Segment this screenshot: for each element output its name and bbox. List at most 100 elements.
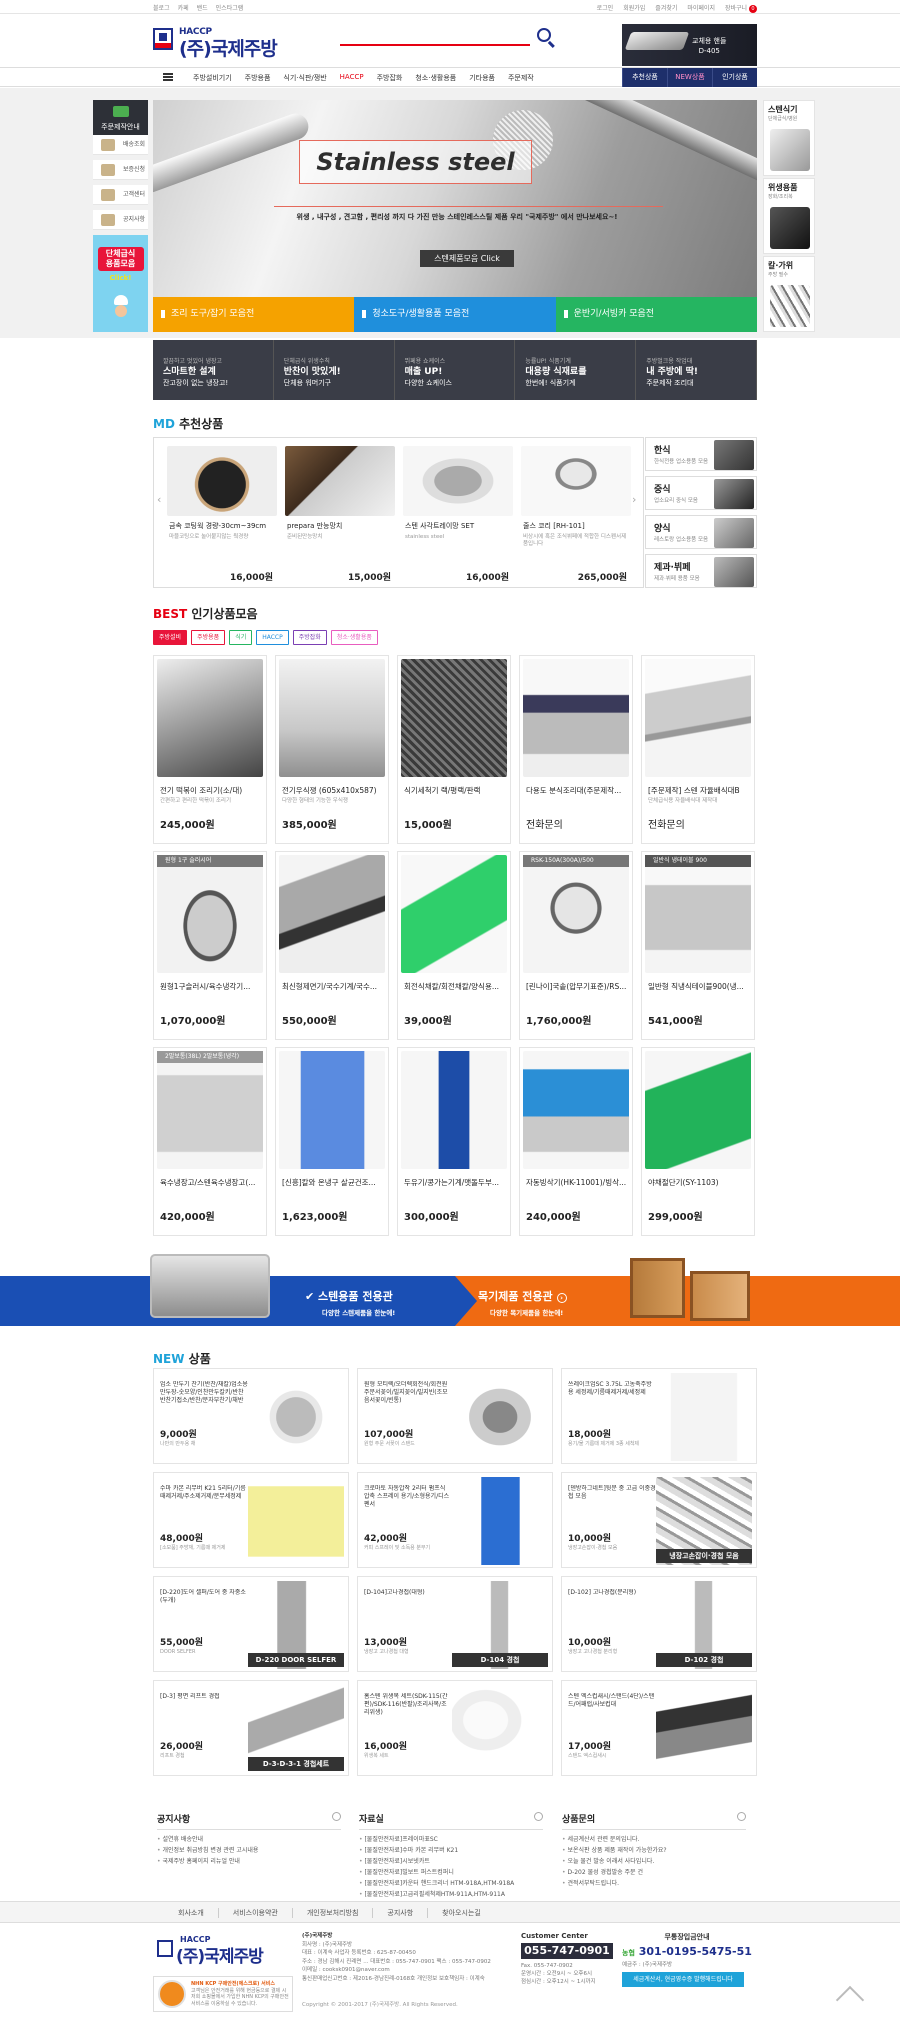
sidebar-item-warranty[interactable]: 보증신청 <box>93 160 148 180</box>
best-product-card[interactable]: 전기우식쟁 (605x410x587) 다양한 형태의 기능한 우식쟁 385,00… <box>275 655 389 844</box>
category-chinese[interactable]: 중식 업소요리 중식 모음 <box>645 476 757 510</box>
best-product-card[interactable]: 두유기/콩가는기계/맷돌두부... 300,000원 <box>397 1047 511 1236</box>
best-product-card[interactable]: 전기 떡볶이 조리기(소/대) 간편하고 편리한 떡볶이 조리기 245,000원 <box>153 655 267 844</box>
best-tab-kitchenware[interactable]: 주방용품 <box>191 630 226 645</box>
group-meal-promo[interactable]: 단체급식 용품모음 Click! <box>93 235 148 332</box>
promo-showcase[interactable]: 뷔페용 쇼케이스 매출 UP! 다양한 쇼케이스 <box>394 340 516 400</box>
new-product-card[interactable]: [덴방하그네트]뒷문 중 고급 이중경첩 모음 10,000원 냉장고손잡이·경첩 … <box>561 1472 757 1568</box>
hero-tab-cooking[interactable]: 조리 도구/잡기 모음전 <box>153 297 355 332</box>
category-korean[interactable]: 한식 한식전용 업소용품 모음 <box>645 437 757 471</box>
best-tab-haccp[interactable]: HACCP <box>256 630 289 645</box>
sidebar-item-cs[interactable]: 고객센터 <box>93 185 148 205</box>
board-item[interactable]: [물질안전자료]빌보트 퍼스트컴퍼니 <box>359 1867 543 1878</box>
tab-popular[interactable]: 인기상품 <box>712 68 757 87</box>
best-product-card[interactable]: 일반식 냉테이블 900 일반형 직냉식테이블900(냉... 541,000원 <box>641 851 755 1040</box>
tab-new[interactable]: NEW상품 <box>667 68 712 87</box>
board-title[interactable]: 공지사항 <box>157 1812 341 1830</box>
board-item[interactable]: [물질안전자료]시보넷카트 <box>359 1856 543 1867</box>
board-item[interactable]: 보온식판 상품 제품 재작이 가능한가요? <box>562 1845 746 1856</box>
best-product-card[interactable]: 자동빙삭기(HK-11001)/빙삭... 240,000원 <box>519 1047 633 1236</box>
board-item[interactable]: [물질안전자료]프레이마표SC <box>359 1834 543 1845</box>
hero-tab-cleaning[interactable]: 청소도구/생활용품 모음전 <box>354 297 556 332</box>
best-tab-tableware[interactable]: 식기 <box>229 630 253 645</box>
cs-phone[interactable]: 055-747-0901 <box>521 1943 613 1959</box>
header-banner[interactable]: 교체용 핸들 D-405 <box>622 24 757 66</box>
new-product-card[interactable]: 크로마토 자동압착 2리터 펌프식 압축 스프레이 용기/소형용기/디스펜서 42… <box>357 1472 553 1568</box>
best-product-card[interactable]: 다용도 분식조리대(주문제작... 전화문의 <box>519 655 633 844</box>
nav-item[interactable]: 청소·생활용품 <box>415 73 456 83</box>
board-item[interactable]: [물질안전자료]고급리필세척제HTM-911A,HTM-911A <box>359 1889 543 1900</box>
best-product-card[interactable]: RSK-150A(300A)/500 [린나이]국솥(압무기표준)/RS... 1,… <box>519 851 633 1040</box>
mypage-link[interactable]: 마이페이지 <box>687 3 715 13</box>
band-link[interactable]: 밴드 <box>197 3 208 12</box>
cafe-link[interactable]: 카페 <box>178 3 189 12</box>
search-input[interactable] <box>340 44 530 46</box>
md-product-card[interactable]: 줄스 코리 [RH-101] 비상시에 혹은 조식뷔페에 적합한 디스펜서제품입… <box>521 446 631 586</box>
sidebar-item-notice[interactable]: 공지사항 <box>93 210 148 230</box>
escrow-badge[interactable]: NHN KCP 구매안전(에스크로) 서비스 고객님은 안전거래를 위해 현금등으… <box>153 1976 293 2012</box>
blog-link[interactable]: 블로그 <box>153 3 170 12</box>
login-link[interactable]: 로그인 <box>597 3 614 13</box>
nav-item[interactable]: 주방용품 <box>245 73 271 83</box>
instagram-link[interactable]: 인스타그램 <box>216 3 244 12</box>
new-product-card[interactable]: 스텐 엑스컵새시/스탠드(4단)/스탠드/어패럽/사보컵대 17,000원 스탠드 … <box>561 1680 757 1776</box>
tab-recommend[interactable]: 추천상품 <box>622 68 667 87</box>
best-product-card[interactable]: 야채절단기(SY-1103) 299,000원 <box>641 1047 755 1236</box>
best-tab-misc[interactable]: 주방잡화 <box>292 630 327 645</box>
board-item[interactable]: 개인정보 취급방침 변경 관련 고시내용 <box>157 1845 341 1856</box>
nav-item[interactable]: 주문제작 <box>508 73 534 83</box>
footer-link-privacy[interactable]: 개인정보처리방침 <box>293 1908 374 1918</box>
best-tab-cleaning[interactable]: 청소·생활용품 <box>330 630 378 645</box>
new-product-card[interactable]: 수마 카본 리무버 K21 5리터/기름때제거제/주소제거제/분무세정제 48,0… <box>153 1472 349 1568</box>
best-product-card[interactable]: 2말보통(38L) 2말보통(냉각) 육수냉장고/스텐육수냉장고(... 420,0… <box>153 1047 267 1236</box>
board-item[interactable]: [물질안전자료]수마 카본 리무버 K21 <box>359 1845 543 1856</box>
board-title[interactable]: 상품문의 <box>562 1812 746 1830</box>
best-product-card[interactable]: [신흥]칼와 온냉구 살균건조... 1,623,000원 <box>275 1047 389 1236</box>
new-product-card[interactable]: 홈스텐 위생복 세트(SDK-115(간편)/SDK-116(반팔)/조리사복/… <box>357 1680 553 1776</box>
logo-mark-icon[interactable] <box>153 28 173 50</box>
md-product-card[interactable]: 스텐 사각트레이망 SET stainless steel 16,000원 <box>403 446 513 586</box>
promo-food-machine[interactable]: 능률UP! 식품기계 대용량 식재료를 한번에! 식품기계 <box>515 340 637 400</box>
best-tab-equipment[interactable]: 주방설비 <box>153 630 188 645</box>
md-product-card[interactable]: prepara 만능망치 준비된만능망치 15,000원 <box>285 446 395 586</box>
board-item[interactable]: 견적서부탁드립니다. <box>562 1878 746 1889</box>
board-item[interactable]: 설연휴 배송안내 <box>157 1834 341 1845</box>
category-bakery[interactable]: 제과·뷔페 제과·뷔페 용품 모음 <box>645 554 757 588</box>
right-cat-hygiene[interactable]: 위생용품 장화/조리복 <box>763 178 815 254</box>
footer-link-terms[interactable]: 서비스이용약관 <box>219 1908 293 1918</box>
new-product-card[interactable]: [D-3] 평면 리프트 경첩 26,000원 리프트 경첩 D-3-D-3-1 경첩… <box>153 1680 349 1776</box>
prev-arrow-icon[interactable]: ‹ <box>157 493 165 507</box>
promo-warmer[interactable]: 단체급식 위생수칙 반찬이 맛있게! 단체용 워머기구 <box>273 340 395 400</box>
board-item[interactable]: 세금계산서 관련 문의입니다. <box>562 1834 746 1845</box>
custom-order-guide[interactable]: 주문제작안내 <box>93 100 148 135</box>
more-icon[interactable] <box>332 1812 341 1821</box>
board-item[interactable]: D-202 물성 경첩발송 주문 건 <box>562 1867 746 1878</box>
footer-link-directions[interactable]: 찾아오시는길 <box>428 1908 495 1918</box>
new-product-card[interactable]: [D-104]고나경첩(대형) 13,000원 냉장고 고나경첩 대형 D-104 경… <box>357 1576 553 1672</box>
join-link[interactable]: 회원가입 <box>623 3 645 13</box>
next-arrow-icon[interactable]: › <box>632 493 640 507</box>
cart-link[interactable]: 장바구니 0 <box>725 3 757 13</box>
hero-tab-cart[interactable]: 운반기/서빙카 모음전 <box>555 297 757 332</box>
search-icon[interactable] <box>537 28 551 42</box>
board-title[interactable]: 자료실 <box>359 1812 543 1830</box>
new-product-card[interactable]: [D-220]도어 셀퍼/도어 중 자중소(두개) 55,000원 DOOR SEL… <box>153 1576 349 1672</box>
new-product-card[interactable]: 쓰레이크업SC 3.75L 고농축주방용 세정제/기름때제거제/세정제 18,00… <box>561 1368 757 1464</box>
board-item[interactable]: 오늘 물건 발송 이래서 사다입니다. <box>562 1856 746 1867</box>
logo-name[interactable]: (주)국제주방 <box>179 34 278 61</box>
right-cat-knife[interactable]: 칼·가위 주방 필수 <box>763 256 815 332</box>
bookmark-link[interactable]: 즐겨찾기 <box>655 3 677 13</box>
nav-item[interactable]: 주방잡화 <box>377 73 403 83</box>
best-product-card[interactable]: 원형 1구 슬러시어 원형1구슬러시/육수냉각기... 1,070,000원 <box>153 851 267 1040</box>
new-product-card[interactable]: 업소 만두기 찬기(반찬/채칼)업소용만두장-숫모양/인찬만두칼키/반찬반찬기접… <box>153 1368 349 1464</box>
nav-item[interactable]: 주방설비기기 <box>193 73 232 83</box>
best-product-card[interactable]: 회전식채칼/회전채칼/양식용... 39,000원 <box>397 851 511 1040</box>
hero-cta-button[interactable]: 스텐제품모음 Click <box>420 250 514 267</box>
nav-item[interactable]: HACCP <box>340 73 364 83</box>
promo-worktable[interactable]: 주방벌크용 작업대 내 주방에 딱! 주문제작 조리대 <box>636 340 757 400</box>
menu-icon[interactable] <box>163 73 173 81</box>
board-item[interactable]: [물질안전자료]카운터 핸드크리너 HTM-918A,HTM-918A <box>359 1878 543 1889</box>
nav-item[interactable]: 식기·식판/쟁반 <box>283 73 326 83</box>
board-item[interactable]: 국제주방 홈페이지 리뉴얼 안내 <box>157 1856 341 1867</box>
md-product-card[interactable]: 금속 코팅웍 경량-30cm~39cm 마블코팅으로 눌어붙지않는 웍경량 16… <box>167 446 277 586</box>
